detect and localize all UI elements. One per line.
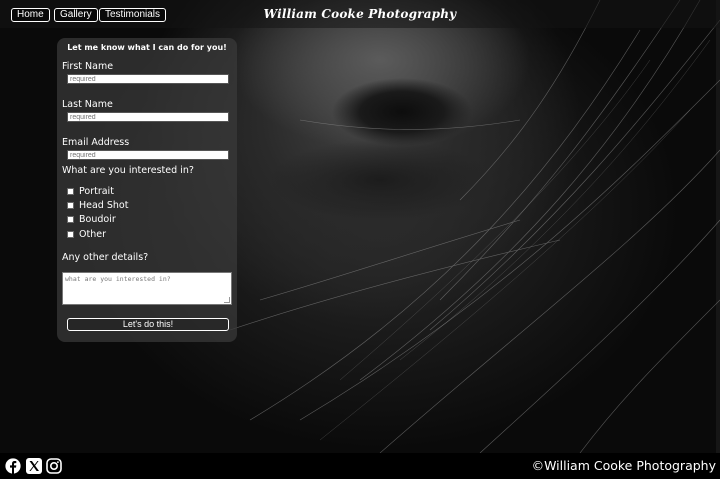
footer: ©William Cooke Photography [0,453,720,479]
interest-option-boudoir[interactable]: Boudoir [67,213,116,225]
details-textarea[interactable]: what are you interested in? [62,272,232,305]
interest-label: Portrait [79,185,114,197]
interest-option-other[interactable]: Other [67,228,106,240]
last-name-input[interactable] [67,112,229,122]
email-input[interactable] [67,150,229,160]
submit-button[interactable]: Let's do this! [67,318,229,331]
head-shot-checkbox[interactable] [67,201,74,209]
resize-grip-icon[interactable] [224,297,230,303]
portrait-checkbox[interactable] [67,187,74,195]
facebook-icon[interactable] [5,458,21,474]
details-label: Any other details? [62,252,149,263]
boudoir-checkbox[interactable] [67,215,74,223]
first-name-label: First Name [62,61,114,72]
email-label: Email Address [62,137,130,148]
last-name-label: Last Name [62,99,113,110]
scrollbar[interactable] [716,0,720,453]
other-checkbox[interactable] [67,230,74,238]
interest-label: Other [79,228,106,240]
interest-label: Head Shot [79,199,129,211]
interest-label: Boudoir [79,213,116,225]
interest-option-head-shot[interactable]: Head Shot [67,199,128,211]
instagram-icon[interactable] [46,458,62,474]
copyright-text: ©William Cooke Photography [531,458,716,473]
site-title: William Cooke Photography [263,7,457,21]
details-placeholder: what are you interested in? [65,275,171,283]
contact-form: Let me know what I can do for you! First… [57,38,237,342]
x-icon[interactable] [26,458,42,474]
top-navbar: Home Gallery Testimonials William Cooke … [0,0,720,28]
form-heading: Let me know what I can do for you! [67,43,227,52]
interest-question: What are you interested in? [62,165,194,176]
interest-option-portrait[interactable]: Portrait [67,185,114,197]
first-name-input[interactable] [67,74,229,84]
